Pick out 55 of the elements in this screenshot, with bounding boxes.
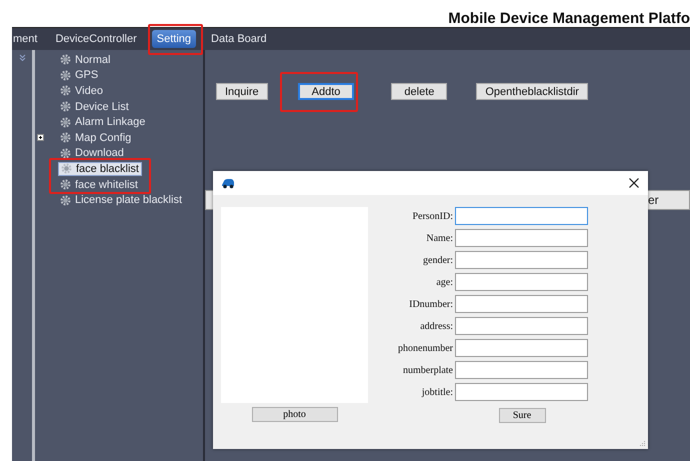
gear-icon (60, 101, 71, 112)
tree-item[interactable]: Video (58, 84, 105, 97)
close-icon[interactable] (629, 178, 639, 188)
input-field[interactable] (455, 339, 588, 357)
field-label: age: (435, 276, 454, 288)
highlight-frame (148, 24, 203, 55)
tree-item[interactable]: License plate blacklist (58, 194, 184, 206)
gear-icon (61, 163, 72, 174)
toolbar-button[interactable]: delete (391, 83, 448, 100)
toolbar-button[interactable]: Inquire (216, 83, 268, 100)
toolbar-button[interactable]: Addto (298, 83, 354, 100)
gear-icon (60, 116, 71, 128)
input-field[interactable] (455, 229, 588, 247)
gear-icon (60, 85, 71, 96)
tree-item[interactable]: Normal (58, 54, 112, 66)
sure-button[interactable]: Sure (498, 408, 546, 423)
field-label: Name: (425, 232, 454, 244)
field-label: PersonID: (411, 210, 454, 222)
input-field[interactable] (455, 273, 588, 291)
tree-item[interactable]: face whitelist (58, 178, 140, 191)
gear-icon (60, 179, 71, 190)
gear-icon (60, 54, 71, 66)
app-title: Mobile Device Management Platfo (448, 10, 690, 27)
tree-item[interactable]: GPS (58, 69, 100, 82)
gear-icon (60, 194, 71, 206)
tree-item[interactable]: Download (58, 147, 126, 160)
input-field[interactable] (455, 251, 588, 269)
field-label: jobtitle: (420, 386, 454, 398)
menu-tab[interactable]: ment (12, 30, 42, 48)
field-label: IDnumber: (408, 298, 454, 310)
gear-icon (60, 70, 71, 81)
expand-icon[interactable] (36, 134, 44, 142)
tree-item[interactable]: Device List (58, 100, 131, 113)
field-label: phonenumber (397, 342, 454, 354)
menu-tab[interactable]: DeviceController (50, 30, 142, 48)
menu-tab[interactable]: Data Board (206, 30, 272, 48)
input-field[interactable] (455, 361, 588, 379)
input-field[interactable] (455, 383, 588, 401)
chevron-icon (18, 54, 26, 61)
tree-item[interactable]: Map Config (58, 132, 134, 144)
field-label: gender: (422, 254, 454, 266)
input-field[interactable] (455, 295, 588, 313)
menu-tab[interactable]: Setting (152, 30, 196, 48)
gear-icon (60, 148, 71, 159)
column-header: er (648, 193, 660, 207)
field-label: numberplate (402, 364, 454, 376)
field-label: address: (419, 320, 454, 332)
input-field[interactable] (455, 207, 588, 225)
tree-item[interactable]: face blacklist (58, 162, 142, 176)
input-field[interactable] (455, 317, 588, 335)
photo-button[interactable]: photo (252, 407, 338, 422)
toolbar-button[interactable]: Opentheblacklistdir (476, 83, 588, 100)
tree-item[interactable]: Alarm Linkage (58, 116, 148, 128)
gear-icon (60, 132, 71, 144)
car-icon (221, 178, 235, 188)
